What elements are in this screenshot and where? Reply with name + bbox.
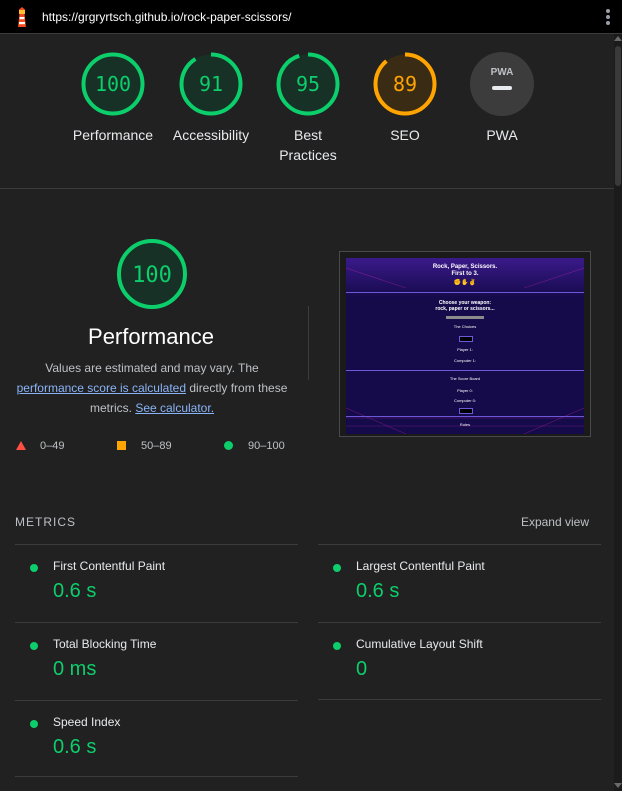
scroll-up-icon[interactable] bbox=[614, 36, 622, 41]
fail-triangle-icon bbox=[16, 441, 26, 450]
metric-value: 0.6 s bbox=[53, 580, 97, 602]
thumb-computer: Computer 1: bbox=[453, 358, 476, 363]
performance-title: Performance bbox=[88, 324, 214, 349]
legend-label: 0–49 bbox=[40, 440, 65, 452]
metric-value: 0.6 s bbox=[53, 736, 97, 758]
score-summary: 100 Performance 91 Accessibility 95 Best… bbox=[0, 34, 614, 189]
desc-text: Values are estimated and may vary. The bbox=[45, 361, 259, 375]
metric-lcp: Largest Contentful Paint 0.6 s bbox=[318, 544, 601, 623]
pass-circle-icon bbox=[224, 441, 233, 450]
gauge-best-practices[interactable]: 95 Best Practices bbox=[253, 51, 363, 165]
thumb-reset-button bbox=[459, 408, 473, 414]
score-gauge-icon: 91 bbox=[179, 52, 243, 116]
score-value: 95 bbox=[296, 72, 320, 96]
scrollbar[interactable] bbox=[614, 34, 622, 791]
performance-score: 100 bbox=[132, 263, 172, 288]
pass-circle-icon bbox=[30, 564, 38, 572]
final-screenshot[interactable]: Rock, Paper, Scissors. First to 3. ✊✋✌ C… bbox=[339, 251, 591, 437]
scroll-thumb[interactable] bbox=[615, 46, 621, 186]
see-calculator-link[interactable]: See calculator. bbox=[135, 401, 214, 415]
gauge-label: SEO bbox=[390, 127, 420, 143]
thumb-emoji: ✊✋✌ bbox=[453, 280, 477, 286]
thumb-player-score: Player 0: bbox=[457, 388, 473, 393]
pwa-badge-text: PWA bbox=[491, 67, 514, 78]
gauge-seo[interactable]: 89 SEO bbox=[350, 51, 460, 145]
thumb-choices: The Choices bbox=[453, 324, 477, 329]
pass-circle-icon bbox=[333, 564, 341, 572]
screenshot-image: Rock, Paper, Scissors. First to 3. ✊✋✌ C… bbox=[346, 258, 584, 434]
gauge-pwa[interactable]: PWA PWA bbox=[447, 51, 557, 145]
thumb-title-1: Rock, Paper, Scissors. bbox=[432, 264, 498, 270]
pwa-badge-icon: PWA bbox=[470, 52, 534, 116]
score-calculated-link[interactable]: performance score is calculated bbox=[17, 381, 186, 395]
score-value: 91 bbox=[199, 72, 223, 96]
thumb-player: Player 1: bbox=[457, 347, 473, 352]
score-gauge-icon: 100 bbox=[81, 52, 145, 116]
pass-circle-icon bbox=[333, 642, 341, 650]
metric-value: 0 bbox=[356, 658, 368, 680]
metric-name: Speed Index bbox=[53, 715, 121, 729]
gauge-accessibility[interactable]: 91 Accessibility bbox=[156, 51, 266, 145]
pass-circle-icon bbox=[30, 720, 38, 728]
score-gauge-icon: 95 bbox=[276, 52, 340, 116]
more-options-icon[interactable] bbox=[606, 9, 610, 27]
page-url[interactable]: https://grgryrtsch.github.io/rock-paper-… bbox=[42, 10, 291, 24]
metric-name: Cumulative Layout Shift bbox=[356, 637, 483, 651]
metrics-heading: METRICS bbox=[15, 515, 76, 529]
performance-description: Values are estimated and may vary. The p… bbox=[14, 358, 290, 418]
divider bbox=[318, 699, 601, 700]
thumb-scoreboard: The Score Board bbox=[449, 376, 481, 381]
divider bbox=[308, 306, 309, 380]
metric-name: Total Blocking Time bbox=[53, 637, 157, 651]
legend-label: 90–100 bbox=[248, 440, 285, 452]
gauge-performance[interactable]: 100 Performance bbox=[58, 51, 168, 145]
average-square-icon bbox=[117, 441, 126, 450]
thumb-title: Rock, Paper, Scissors. First to 3. bbox=[346, 264, 584, 278]
gauge-label: Performance bbox=[72, 127, 154, 143]
report-content: 100 Performance 91 Accessibility 95 Best… bbox=[0, 34, 614, 791]
scroll-down-icon[interactable] bbox=[614, 783, 622, 788]
metric-name: First Contentful Paint bbox=[53, 559, 166, 573]
lighthouse-logo-icon bbox=[18, 7, 26, 27]
performance-gauge-icon: 100 bbox=[117, 239, 187, 309]
metric-name: Largest Contentful Paint bbox=[356, 559, 485, 573]
metric-si: Speed Index 0.6 s bbox=[15, 700, 298, 779]
thumb-title-2: First to 3. bbox=[451, 271, 479, 277]
score-gauge-icon: 89 bbox=[373, 52, 437, 116]
score-value: 100 bbox=[95, 72, 131, 96]
gauge-label: Best Practices bbox=[279, 127, 337, 163]
url-bar: https://grgryrtsch.github.io/rock-paper-… bbox=[0, 0, 622, 34]
thumb-choose-2: rock, paper or scissors... bbox=[435, 306, 495, 312]
thumb-play-button bbox=[459, 336, 473, 342]
gauge-label: Accessibility bbox=[172, 127, 250, 143]
thumb-rules: Rules bbox=[459, 422, 471, 427]
expand-view-toggle[interactable]: Expand view bbox=[521, 515, 589, 529]
metric-value: 0 ms bbox=[53, 658, 97, 680]
pass-circle-icon bbox=[30, 642, 38, 650]
metric-fcp: First Contentful Paint 0.6 s bbox=[15, 544, 298, 623]
thumb-computer-score: Computer 0: bbox=[453, 398, 476, 403]
legend-label: 50–89 bbox=[141, 440, 172, 452]
metric-tbt: Total Blocking Time 0 ms bbox=[15, 622, 298, 701]
divider bbox=[15, 776, 298, 777]
gauge-label: PWA bbox=[486, 127, 518, 143]
metric-cls: Cumulative Layout Shift 0 bbox=[318, 622, 601, 701]
score-value: 89 bbox=[393, 72, 417, 96]
metric-value: 0.6 s bbox=[356, 580, 400, 602]
